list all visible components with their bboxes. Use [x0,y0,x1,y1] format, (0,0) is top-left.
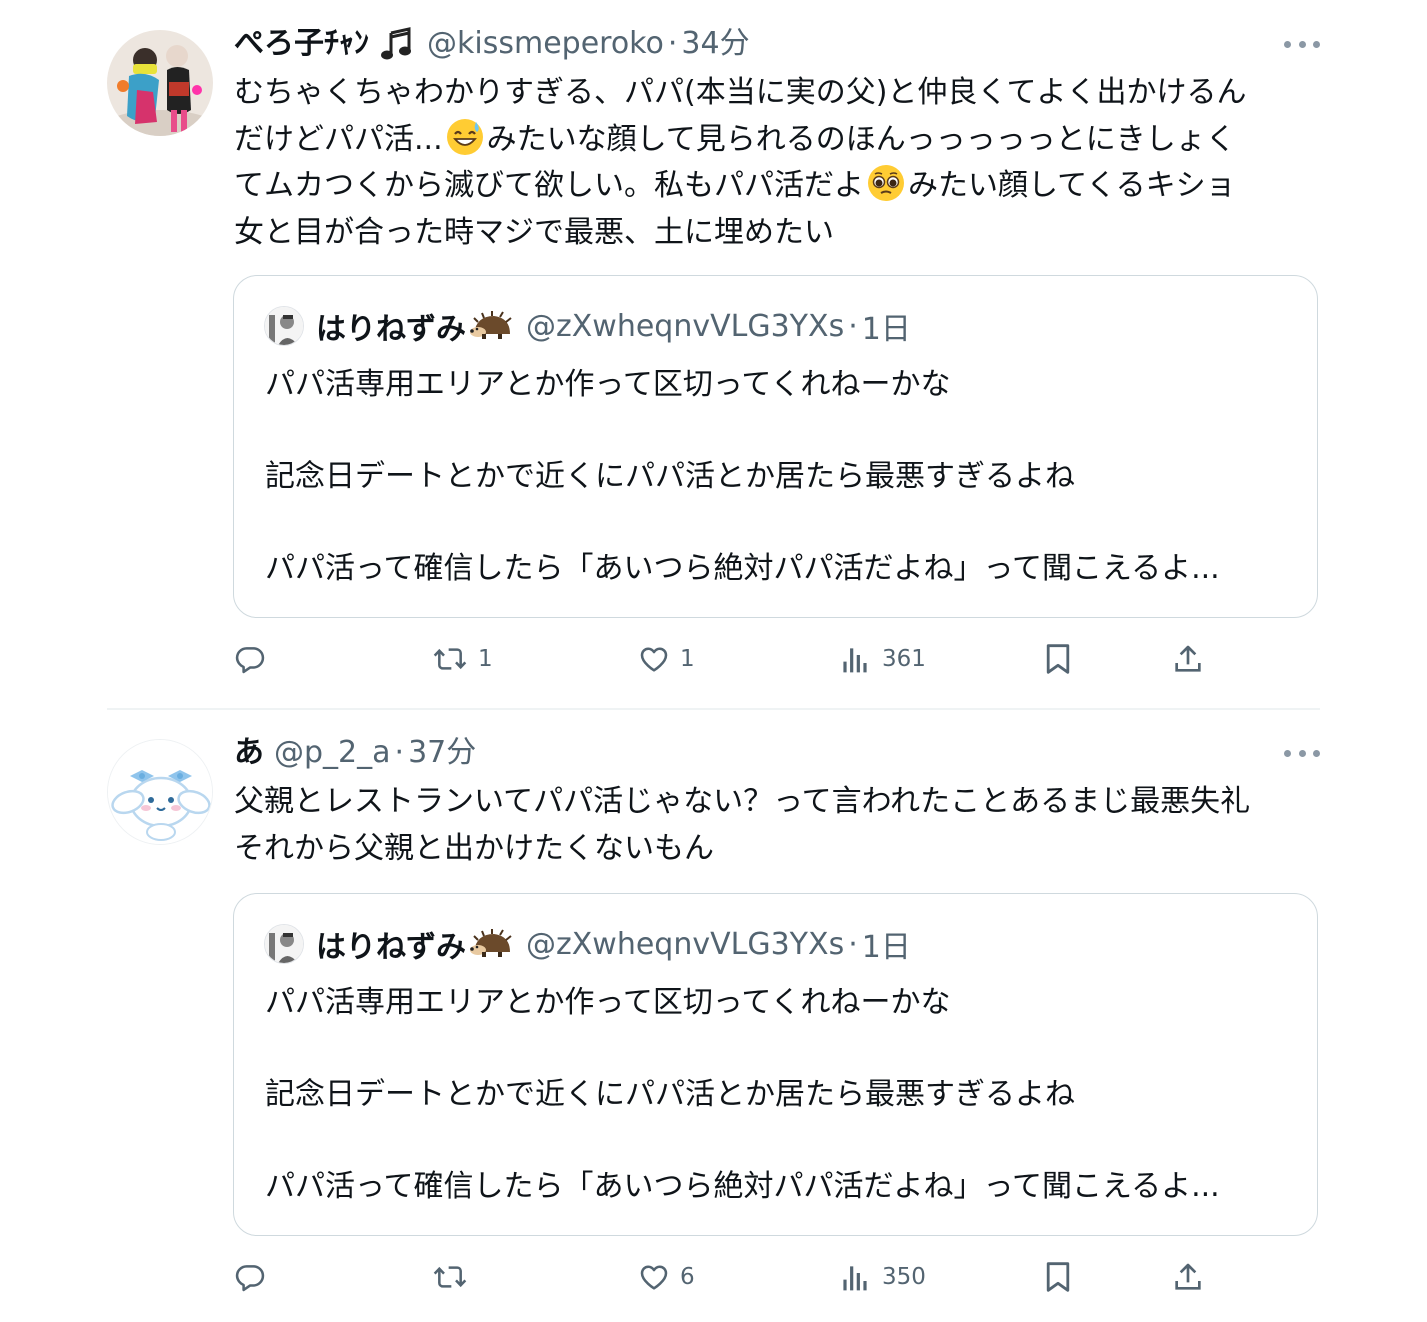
quote-display-name: はりねずみ [316,312,466,347]
separator: · [667,26,678,61]
retweet-button[interactable]: 1 [432,639,493,679]
share-button[interactable] [1172,1257,1204,1297]
separator: · [394,735,405,770]
action-bar: 6 350 [234,1257,1234,1297]
quoted-tweet[interactable]: はりねずみ @zXwheqnvVLG3YXs · 1日 パパ活専用エリアとか作っ… [233,275,1318,618]
reply-icon [235,1265,265,1292]
like-icon [640,1265,668,1290]
views-button[interactable]: 361 [842,639,926,679]
views-icon [843,1266,867,1291]
bookmark-icon [1046,1262,1070,1292]
text-line: 父親とレストランいてパパ活じゃない？って言われたことあるまじ最悪失礼 [234,784,1251,819]
quote-timestamp: 1日 [861,930,911,965]
share-button[interactable] [1172,639,1204,679]
action-bar: 1 1 361 [234,639,1234,679]
music-note-icon [379,27,413,61]
retweet-icon [433,648,467,670]
like-count: 6 [680,1264,695,1290]
quote-handle: @zXwheqnvVLG3YXs [526,926,845,962]
display-name[interactable]: あ [234,729,264,777]
separator: · [848,926,858,962]
tweet-text: むちゃくちゃわかりすぎる、パパ(本当に実の父)と仲良くてよく出かけるん だけどパ… [234,70,1324,256]
retweet-button[interactable] [432,1257,478,1297]
quote-text-line: パパ活専用エリアとか作って区切ってくれねーかな [265,985,951,1020]
text-line: てムカつくから滅びて欲しい。私もパパ活だよ みたい顔してくるキショ [234,163,1324,210]
quote-timestamp: 1日 [861,312,911,347]
text-line: 女と目が合った時マジで最悪、土に埋めたい [234,214,834,250]
hedgehog-icon [468,928,514,960]
share-icon [1175,1263,1201,1290]
like-button[interactable]: 1 [638,639,695,679]
timestamp[interactable]: 37分 [408,729,476,777]
tweet-divider [107,708,1320,710]
share-icon [1175,645,1201,672]
bookmark-button[interactable] [1044,1257,1072,1297]
quote-text-line: パパ活って確信したら「あいつら絶対パパ活だよね」って聞こえるよ... [265,551,1220,586]
hedgehog-icon [468,310,514,342]
reply-button[interactable] [234,1257,276,1297]
pleading-face-emoji [866,163,906,203]
grinning-sweat-emoji [445,117,485,157]
quote-handle: @zXwheqnvVLG3YXs [526,308,845,344]
text-line: だけどパパ活... みたいな顔して見られるのほんっっっっっとにきしょく [234,117,1324,164]
text-line: それから父親と出かけたくないもん [234,830,714,866]
quote-avatar[interactable] [264,306,304,346]
more-icon[interactable] [1284,38,1320,50]
text-line: むちゃくちゃわかりすぎる、パパ(本当に実の父)と仲良くてよく出かけるん [234,75,1247,110]
avatar[interactable] [107,30,213,136]
timestamp[interactable]: 34分 [681,20,749,68]
views-button[interactable]: 350 [842,1257,926,1297]
quote-display-name: はりねずみ [316,930,466,965]
display-name[interactable]: ぺろ子ﾁｬﾝ [234,20,369,68]
like-icon [640,647,668,672]
quote-text-line: パパ活専用エリアとか作って区切ってくれねーかな [265,367,951,402]
quote-text-line: 記念日デートとかで近くにパパ活とか居たら最悪すぎるよね [265,1077,1075,1112]
handle[interactable]: @p_2_a [274,729,391,777]
separator: · [848,308,858,344]
retweet-count: 1 [478,646,493,672]
reply-button[interactable] [234,639,276,679]
bookmark-icon [1046,644,1070,674]
quote-text-line: パパ活って確信したら「あいつら絶対パパ活だよね」って聞こえるよ... [265,1169,1220,1204]
views-count: 361 [882,646,926,672]
tweet-text: 父親とレストランいてパパ活じゃない？って言われたことあるまじ最悪失礼 それから父… [234,779,1324,872]
retweet-icon [433,1266,467,1288]
quote-header: はりねずみ @zXwheqnvVLG3YXs · 1日 [264,924,911,965]
quoted-tweet[interactable]: はりねずみ @zXwheqnvVLG3YXs · 1日 パパ活専用エリアとか作っ… [233,893,1318,1236]
views-icon [843,648,867,673]
avatar[interactable] [107,739,213,845]
bookmark-button[interactable] [1044,639,1072,679]
like-count: 1 [680,646,695,672]
more-icon[interactable] [1284,747,1320,759]
handle[interactable]: @kissmeperoko [427,20,664,68]
tweet-header: ぺろ子ﾁｬﾝ @kissmeperoko · 34分 [234,20,750,68]
like-button[interactable]: 6 [638,1257,695,1297]
quote-header: はりねずみ @zXwheqnvVLG3YXs · 1日 [264,306,911,347]
quote-text-line: 記念日デートとかで近くにパパ活とか居たら最悪すぎるよね [265,459,1075,494]
views-count: 350 [882,1264,926,1290]
reply-icon [235,647,265,674]
quote-avatar[interactable] [264,924,304,964]
tweet-header: あ @p_2_a · 37分 [234,729,476,777]
